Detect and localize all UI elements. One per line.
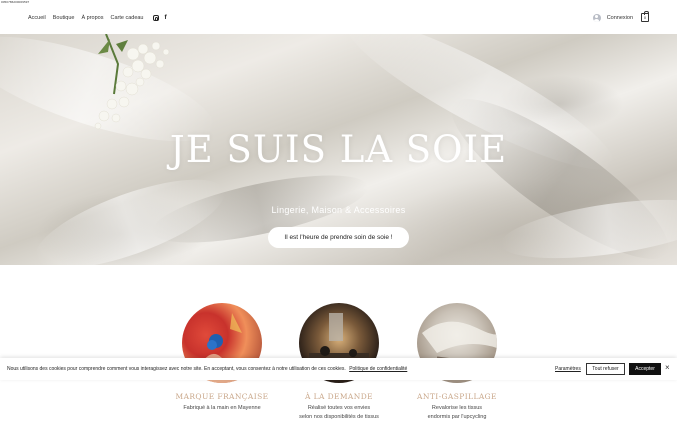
hero-subtitle: Lingerie, Maison & Accessoires [271,205,406,215]
hero-title: JE SUIS LA SOIE [169,128,508,171]
page-id-text: 0050786200009597 [1,0,30,4]
refuse-all-button[interactable]: Tout refuser [586,363,625,375]
cookie-banner: Nous utilisons des cookies pour comprend… [0,358,677,380]
feature-title: À la demande [304,392,373,401]
privacy-policy-link[interactable]: Politique de confidentialité [349,366,407,372]
flowers-image [94,34,170,130]
close-icon[interactable]: × [665,363,670,372]
feature-desc-line: endormis par l'upcycling [427,413,487,420]
hero-banner: JE SUIS LA SOIE Lingerie, Maison & Acces… [0,34,677,265]
feature-title: Anti-gaspillage [417,392,497,401]
cart-count: 0 [643,15,647,20]
nav-item-accueil[interactable]: Accueil [28,15,46,21]
main-nav: Accueil Boutique À propos Carte cadeau f [28,14,167,21]
cart-icon[interactable]: 0 [641,11,649,22]
social-links: f [152,14,167,21]
user-avatar-icon[interactable] [592,13,601,22]
account-tools: Connexion 0 [592,11,649,22]
feature-desc-line: Réalisé toutes vos envies [307,405,371,411]
login-link[interactable]: Connexion [607,15,633,21]
cookie-text-wrap: Nous utilisons des cookies pour comprend… [7,366,407,372]
feature-desc: Revalorise les tissus endormis par l'upc… [397,404,517,421]
feature-desc: Réalisé toutes vos envies selon nos disp… [279,404,399,421]
feature-desc: Fabriqué à la main en Mayenne [183,405,261,411]
feature-desc-line: selon nos disponibilités de tissus [299,413,379,420]
facebook-icon[interactable]: f [165,14,167,21]
feature-title: Marque française [175,392,269,401]
cookie-settings-link[interactable]: Paramètres [555,366,581,372]
nav-item-carte-cadeau[interactable]: Carte cadeau [110,15,143,21]
accept-button[interactable]: Accepter [629,363,661,375]
cookie-text: Nous utilisons des cookies pour comprend… [7,366,346,372]
hero-cta-button[interactable]: Il est l'heure de prendre soin de soie ! [268,227,409,248]
instagram-icon[interactable] [152,15,159,21]
nav-item-boutique[interactable]: Boutique [53,15,75,21]
nav-item-a-propos[interactable]: À propos [81,15,103,21]
site-header: Accueil Boutique À propos Carte cadeau f… [0,8,677,32]
feature-desc-line: Revalorise les tissus [431,405,483,411]
